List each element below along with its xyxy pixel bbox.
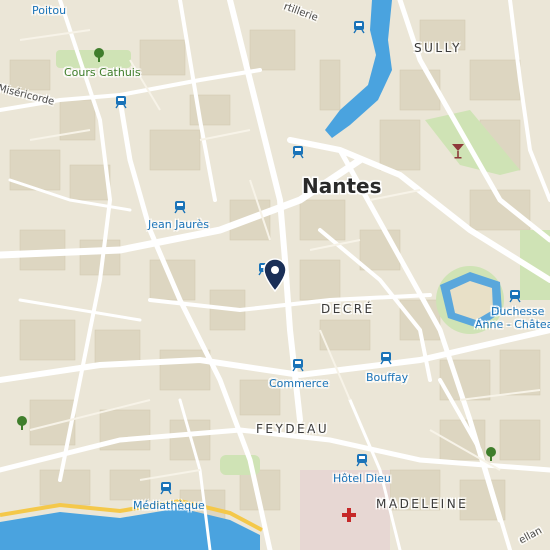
tree-icon bbox=[17, 416, 27, 430]
tram-icon[interactable] bbox=[509, 289, 521, 303]
stop-label-hotel-dieu[interactable]: Hôtel Dieu bbox=[333, 472, 391, 485]
tree-icon bbox=[486, 447, 496, 461]
cocktail-bar-icon[interactable] bbox=[451, 143, 465, 159]
district-label-madeleine: MADELEINE bbox=[376, 497, 469, 511]
label-poitou: Poitou bbox=[32, 4, 67, 17]
hospital-icon[interactable] bbox=[342, 508, 356, 522]
tram-icon[interactable] bbox=[174, 200, 186, 214]
stop-label-mediatheque[interactable]: Médiathèque bbox=[133, 499, 205, 512]
stop-label-jean-jaures[interactable]: Jean Jaurès bbox=[148, 218, 209, 231]
city-label: Nantes bbox=[302, 174, 382, 198]
tree-icon bbox=[94, 48, 104, 62]
district-label-sully: SULLY bbox=[414, 41, 463, 55]
tram-icon[interactable] bbox=[292, 145, 304, 159]
stop-label-duchesse[interactable]: Duchesse Anne - Château bbox=[475, 305, 550, 331]
tram-icon[interactable] bbox=[380, 351, 392, 365]
tram-icon[interactable] bbox=[292, 358, 304, 372]
park-label-cours-cathuis: Cours Cathuis bbox=[64, 66, 141, 79]
district-label-feydeau: FEYDEAU bbox=[256, 422, 330, 436]
tram-icon[interactable] bbox=[160, 481, 172, 495]
tram-icon[interactable] bbox=[115, 95, 127, 109]
map-canvas[interactable]: Nantes SULLY DECRÉ FEYDEAU MADELEINE Poi… bbox=[0, 0, 550, 550]
stop-label-commerce[interactable]: Commerce bbox=[269, 377, 329, 390]
tram-icon[interactable] bbox=[356, 453, 368, 467]
tram-icon[interactable] bbox=[353, 20, 365, 34]
district-label-decre: DECRÉ bbox=[321, 302, 375, 316]
location-pin-icon[interactable] bbox=[263, 258, 287, 292]
stop-label-bouffay[interactable]: Bouffay bbox=[366, 371, 408, 384]
